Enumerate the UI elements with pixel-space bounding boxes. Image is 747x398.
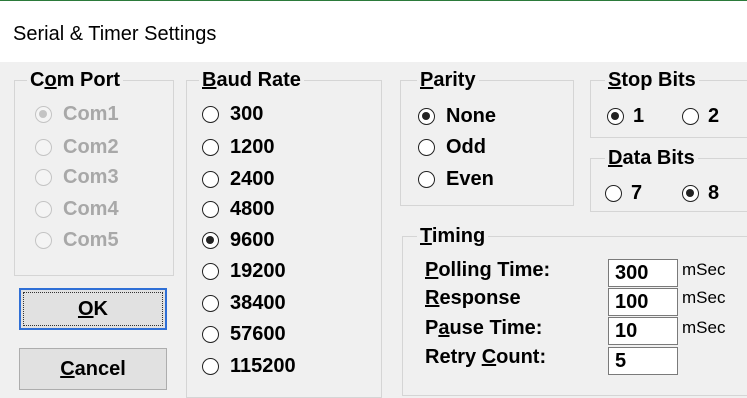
radio-icon: [35, 231, 52, 249]
radio-icon: [35, 138, 52, 156]
com-port-option-com5[interactable]: Com5: [35, 227, 119, 253]
radio-icon: [35, 200, 52, 218]
baud-option-57600[interactable]: 57600: [202, 321, 286, 347]
stop-bits-legend: Stop Bits: [605, 68, 699, 92]
parity-option-odd[interactable]: Odd: [418, 134, 486, 160]
response-label: Response: [425, 287, 521, 309]
baud-option-19200[interactable]: 19200: [202, 258, 286, 284]
radio-icon: [202, 138, 219, 156]
pause-time-unit: mSec: [682, 318, 726, 337]
baud-option-2400[interactable]: 2400: [202, 166, 275, 192]
radio-icon: [605, 184, 622, 202]
baud-option-38400[interactable]: 38400: [202, 290, 286, 316]
retry-count-input[interactable]: 5: [608, 347, 678, 375]
com-port-legend: Com Port: [27, 68, 124, 92]
radio-icon: [202, 200, 219, 218]
radio-icon: [682, 107, 699, 125]
window-title: Serial & Timer Settings: [13, 23, 217, 45]
radio-icon: [35, 105, 52, 123]
baud-option-9600[interactable]: 9600: [202, 227, 275, 253]
radio-icon: [202, 231, 219, 249]
polling-time-unit: mSec: [682, 260, 726, 279]
radio-icon: [418, 138, 435, 156]
pause-time-input[interactable]: 10: [608, 317, 678, 345]
title-bar: Serial & Timer Settings: [0, 0, 747, 62]
radio-icon: [202, 294, 219, 312]
com-port-option-com1[interactable]: Com1: [35, 101, 119, 127]
com-port-option-com4[interactable]: Com4: [35, 196, 119, 222]
data-bits-legend: Data Bits: [605, 146, 698, 170]
baud-option-300[interactable]: 300: [202, 101, 263, 127]
data-bits-option-7[interactable]: 7: [605, 180, 642, 206]
response-unit: mSec: [682, 288, 726, 307]
ok-button[interactable]: OK: [19, 288, 167, 330]
data-bits-option-8[interactable]: 8: [682, 180, 719, 206]
radio-icon: [418, 107, 435, 125]
parity-option-none[interactable]: None: [418, 103, 496, 129]
radio-icon: [202, 357, 219, 375]
com-port-option-com3[interactable]: Com3: [35, 164, 119, 190]
cancel-button[interactable]: Cancel: [19, 348, 167, 390]
com-port-option-com2[interactable]: Com2: [35, 134, 119, 160]
radio-icon: [202, 170, 219, 188]
stop-bits-option-1[interactable]: 1: [607, 103, 644, 129]
radio-icon: [202, 105, 219, 123]
parity-option-even[interactable]: Even: [418, 166, 494, 192]
radio-icon: [682, 184, 699, 202]
radio-icon: [202, 325, 219, 343]
timing-legend: Timing: [417, 224, 489, 248]
radio-icon: [202, 262, 219, 280]
parity-legend: Parity: [417, 68, 479, 92]
polling-time-label: Polling Time:: [425, 259, 551, 281]
baud-option-4800[interactable]: 4800: [202, 196, 275, 222]
retry-count-label: Retry Count:: [425, 346, 547, 368]
response-input[interactable]: 100: [608, 288, 678, 316]
baud-option-1200[interactable]: 1200: [202, 134, 275, 160]
baud-rate-legend: Baud Rate: [199, 68, 304, 92]
radio-icon: [35, 168, 52, 186]
baud-option-115200[interactable]: 115200: [202, 353, 296, 379]
polling-time-input[interactable]: 300: [608, 259, 678, 287]
radio-icon: [607, 107, 624, 125]
radio-icon: [418, 170, 435, 188]
stop-bits-option-2[interactable]: 2: [682, 103, 719, 129]
pause-time-label: Pause Time:: [425, 317, 543, 339]
